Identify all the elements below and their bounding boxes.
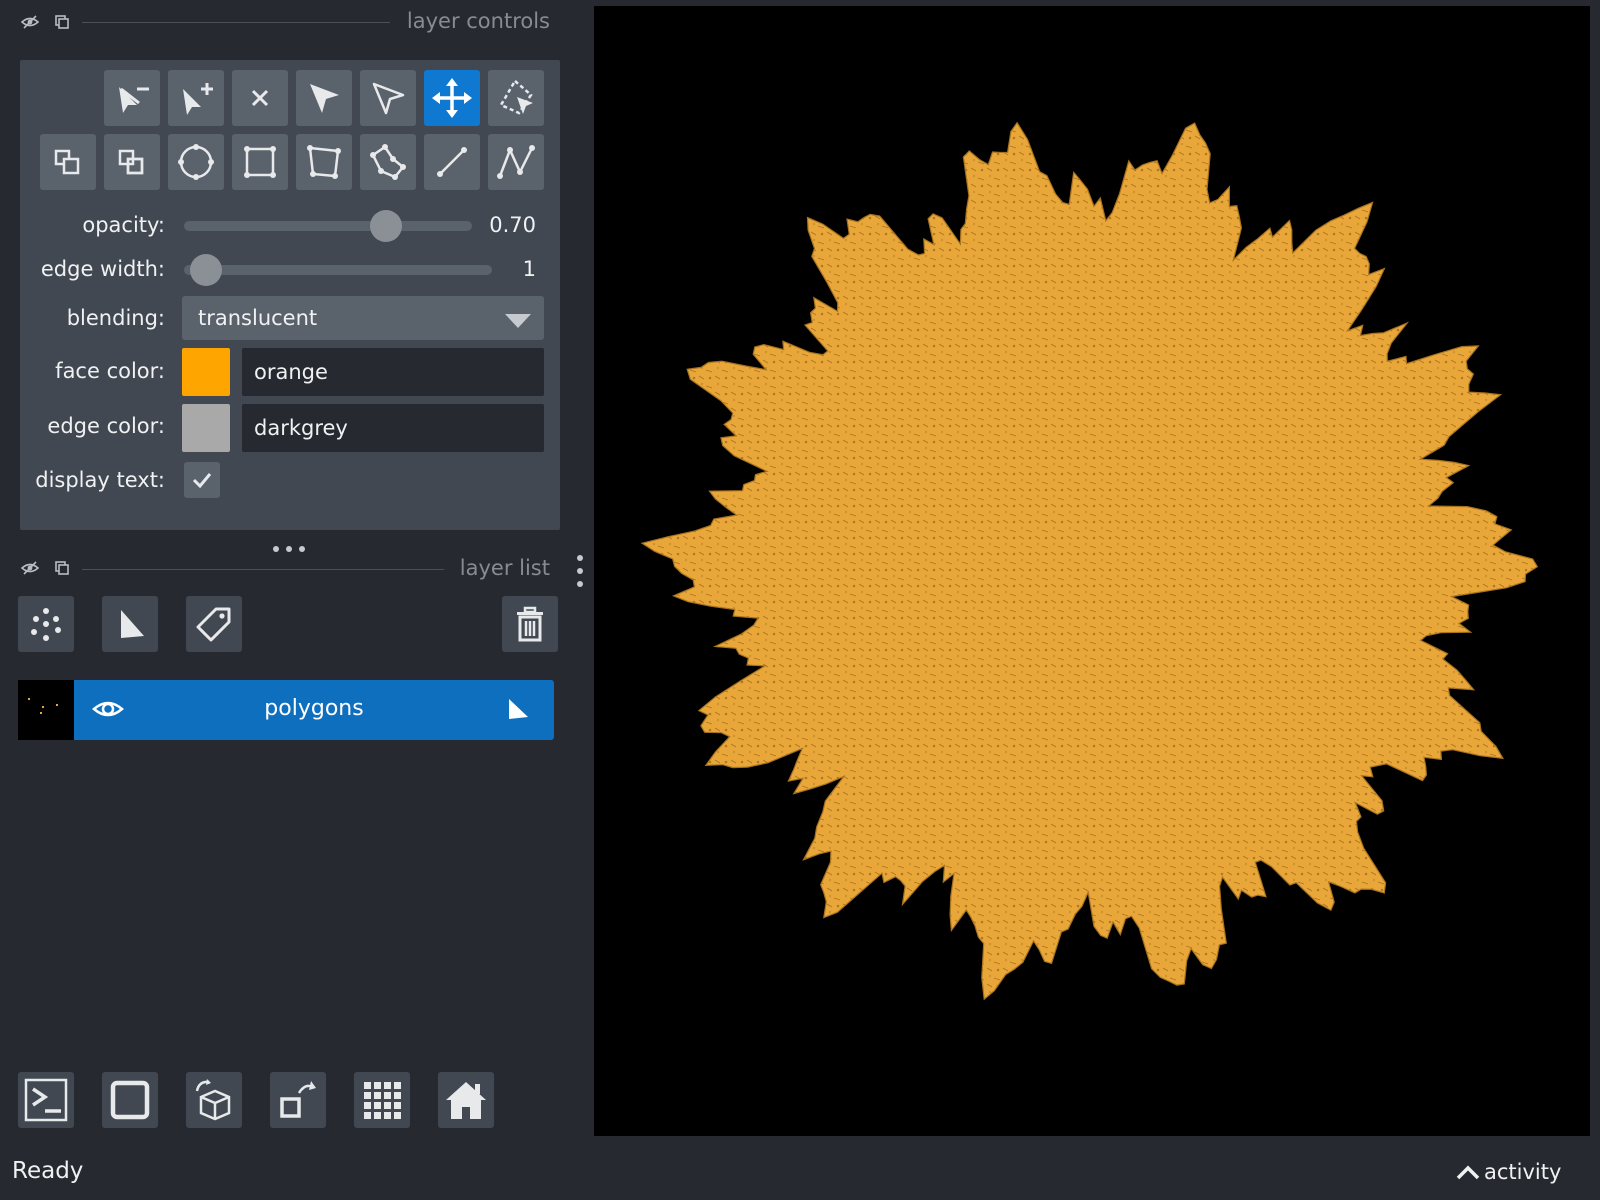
transpose-icon: [280, 1081, 316, 1118]
select-icon[interactable]: [296, 70, 352, 126]
delete-shape-icon[interactable]: [232, 70, 288, 126]
home-icon: [446, 1082, 486, 1119]
face-color-label: face color:: [55, 359, 165, 383]
reset-view-button[interactable]: [438, 1072, 494, 1128]
face-color-field[interactable]: orange: [242, 348, 544, 396]
status-text: Ready: [12, 1158, 84, 1184]
edge-width-slider[interactable]: [184, 265, 492, 275]
blending-value: translucent: [198, 306, 318, 330]
blending-label: blending:: [66, 306, 165, 330]
grid-icon: [364, 1082, 401, 1119]
add-vertex-icon[interactable]: [168, 70, 224, 126]
shapes-icon: [121, 610, 144, 638]
move-front-icon[interactable]: [104, 134, 160, 190]
blending-dropdown[interactable]: translucent: [182, 296, 544, 340]
viewer-canvas[interactable]: [594, 6, 1590, 1136]
panel-splitter-handle[interactable]: [272, 538, 306, 557]
edge-width-value: 1: [522, 257, 536, 281]
layer-controls-title: layer controls: [406, 9, 550, 33]
header-divider: [82, 569, 444, 570]
polygon-icon[interactable]: [296, 134, 352, 190]
move-back-icon[interactable]: [40, 134, 96, 190]
lasso-icon[interactable]: [360, 134, 416, 190]
layer-list-title: layer list: [459, 556, 550, 580]
delete-layer-button[interactable]: [502, 596, 558, 652]
display-text-label: display text:: [35, 468, 165, 492]
line-icon[interactable]: [424, 134, 480, 190]
trash-icon: [517, 606, 543, 642]
tag-icon: [196, 607, 231, 642]
float-panel-icon[interactable]: [53, 559, 71, 577]
header-divider: [82, 22, 390, 23]
edge-color-field[interactable]: darkgrey: [242, 404, 544, 452]
visibility-toggle-icon[interactable]: [21, 13, 39, 31]
select-region-icon[interactable]: [488, 70, 544, 126]
polygon-fractal-image: [640, 121, 1539, 1001]
rectangle-icon[interactable]: [232, 134, 288, 190]
rotate-cube-icon: [195, 1079, 231, 1121]
console-button[interactable]: [18, 1072, 74, 1128]
remove-vertex-icon[interactable]: [104, 70, 160, 126]
pan-zoom-icon[interactable]: [424, 70, 480, 126]
visibility-toggle-icon[interactable]: [21, 559, 39, 577]
opacity-slider[interactable]: [184, 221, 472, 231]
float-panel-icon[interactable]: [53, 13, 71, 31]
direct-select-icon[interactable]: [360, 70, 416, 126]
shapes-icon: [504, 697, 530, 727]
path-icon[interactable]: [488, 134, 544, 190]
activity-button[interactable]: activity: [1456, 1160, 1561, 1184]
layer-item-body[interactable]: polygons: [74, 680, 554, 740]
more-options-icon[interactable]: [576, 554, 584, 592]
opacity-label: opacity:: [82, 213, 165, 237]
roll-dims-button[interactable]: [186, 1072, 242, 1128]
layer-name: polygons: [264, 696, 364, 721]
face-color-swatch[interactable]: [182, 348, 230, 396]
new-labels-layer-button[interactable]: [186, 596, 242, 652]
opacity-slider-handle[interactable]: [369, 210, 402, 242]
edge-width-label: edge width:: [40, 257, 165, 281]
edge-color-label: edge color:: [47, 414, 165, 438]
activity-label: activity: [1484, 1160, 1562, 1184]
edge-color-swatch[interactable]: [182, 404, 230, 452]
opacity-value: 0.70: [489, 213, 536, 237]
chevron-up-icon: [1456, 1165, 1480, 1180]
square-icon: [110, 1080, 150, 1120]
layer-thumbnail: [18, 680, 74, 740]
new-points-layer-button[interactable]: [18, 596, 74, 652]
chevron-down-icon: [504, 310, 532, 334]
new-shapes-layer-button[interactable]: [102, 596, 158, 652]
ellipse-icon[interactable]: [168, 134, 224, 190]
edge-width-slider-handle[interactable]: [190, 254, 222, 286]
display-text-checkbox[interactable]: [184, 462, 220, 498]
ndisplay-toggle-button[interactable]: [102, 1072, 158, 1128]
checkmark-icon: [192, 473, 212, 489]
grid-view-button[interactable]: [354, 1072, 410, 1128]
transpose-dims-button[interactable]: [270, 1072, 326, 1128]
layer-item-polygons[interactable]: polygons: [18, 680, 554, 740]
terminal-icon: [24, 1078, 68, 1122]
points-icon: [31, 608, 61, 641]
layer-controls-panel: [20, 60, 560, 530]
